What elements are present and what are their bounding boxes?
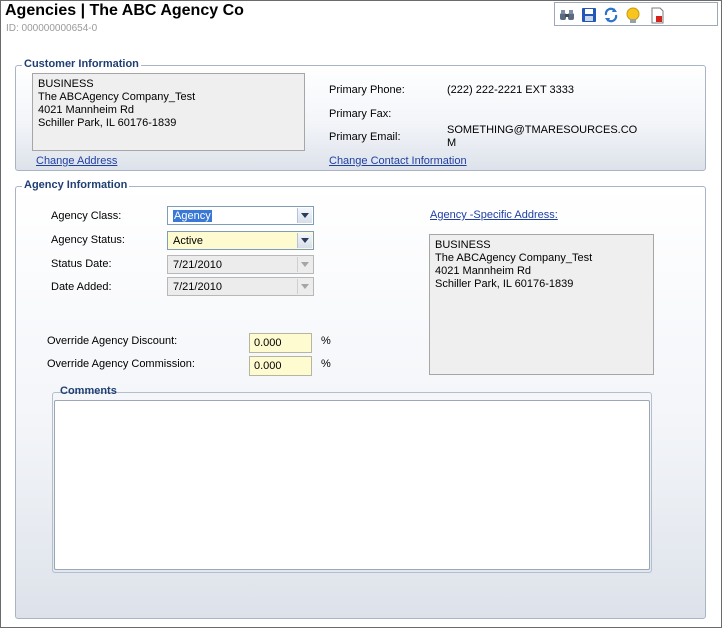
override-discount-label: Override Agency Discount: [47, 335, 178, 347]
primary-phone-value: (222) 222-2221 EXT 3333 [447, 84, 574, 96]
agency-class-select[interactable]: Agency [167, 206, 314, 225]
date-added-value: 7/21/2010 [173, 281, 222, 293]
primary-fax-label: Primary Fax: [329, 108, 392, 120]
customer-information-legend: Customer Information [22, 58, 141, 70]
chevron-down-icon[interactable] [297, 208, 312, 223]
override-commission-input[interactable]: 0.000 [249, 356, 312, 376]
address-line: BUSINESS [435, 239, 491, 251]
chevron-down-icon [297, 257, 312, 272]
status-date-value: 7/21/2010 [173, 259, 222, 271]
lightbulb-icon[interactable] [624, 6, 642, 24]
customer-information-panel: Customer Information BUSINESS The ABCAge… [15, 58, 706, 171]
primary-email-value: SOMETHING@TMARESOURCES.CO [447, 124, 638, 136]
address-line: Schiller Park, IL 60176-1839 [435, 278, 574, 290]
primary-email-value-wrap: M [447, 137, 457, 149]
status-date-picker: 7/21/2010 [167, 255, 314, 274]
date-added-picker: 7/21/2010 [167, 277, 314, 296]
agency-information-legend: Agency Information [22, 179, 130, 191]
address-line: The ABCAgency Company_Test [435, 252, 593, 264]
change-address-link[interactable]: Change Address [36, 155, 117, 167]
agency-class-value: Agency [173, 210, 212, 222]
record-id: ID: 000000000654-0 [6, 23, 98, 34]
address-line: Schiller Park, IL 60176-1839 [38, 117, 177, 129]
agency-class-label: Agency Class: [51, 210, 122, 222]
page-title: Agencies | The ABC Agency Co [5, 2, 244, 19]
agency-information-panel: Agency Information Agency Class: Agency … [15, 179, 706, 619]
agency-status-value: Active [173, 235, 203, 247]
override-discount-input[interactable]: 0.000 [249, 333, 312, 353]
agency-specific-address-box: BUSINESS The ABCAgency Company_Test 4021… [429, 234, 654, 375]
binoculars-icon[interactable] [558, 6, 576, 24]
date-added-label: Date Added: [51, 281, 112, 293]
agency-status-label: Agency Status: [51, 234, 125, 246]
customer-address-box: BUSINESS The ABCAgency Company_Test 4021… [32, 73, 305, 151]
commission-percent-symbol: % [321, 358, 331, 370]
chevron-down-icon [297, 279, 312, 294]
address-line: 4021 Mannheim Rd [435, 265, 532, 277]
comments-group: Comments [52, 385, 652, 573]
change-contact-information-link[interactable]: Change Contact Information [329, 155, 467, 167]
save-icon[interactable] [580, 6, 598, 24]
delete-document-icon[interactable] [648, 6, 666, 24]
address-line: BUSINESS [38, 78, 94, 90]
address-line: 4021 Mannheim Rd [38, 104, 135, 116]
override-commission-label: Override Agency Commission: [47, 358, 195, 370]
agency-specific-address-link[interactable]: Agency -Specific Address: [430, 209, 558, 221]
status-date-label: Status Date: [51, 258, 112, 270]
primary-phone-label: Primary Phone: [329, 84, 405, 96]
refresh-icon[interactable] [602, 6, 620, 24]
chevron-down-icon[interactable] [297, 233, 312, 248]
agency-status-select[interactable]: Active [167, 231, 314, 250]
address-line: The ABCAgency Company_Test [38, 91, 196, 103]
discount-percent-symbol: % [321, 335, 331, 347]
primary-email-label: Primary Email: [329, 131, 401, 143]
comments-legend: Comments [60, 385, 117, 397]
toolbar [554, 2, 718, 26]
comments-textarea[interactable] [54, 400, 650, 570]
